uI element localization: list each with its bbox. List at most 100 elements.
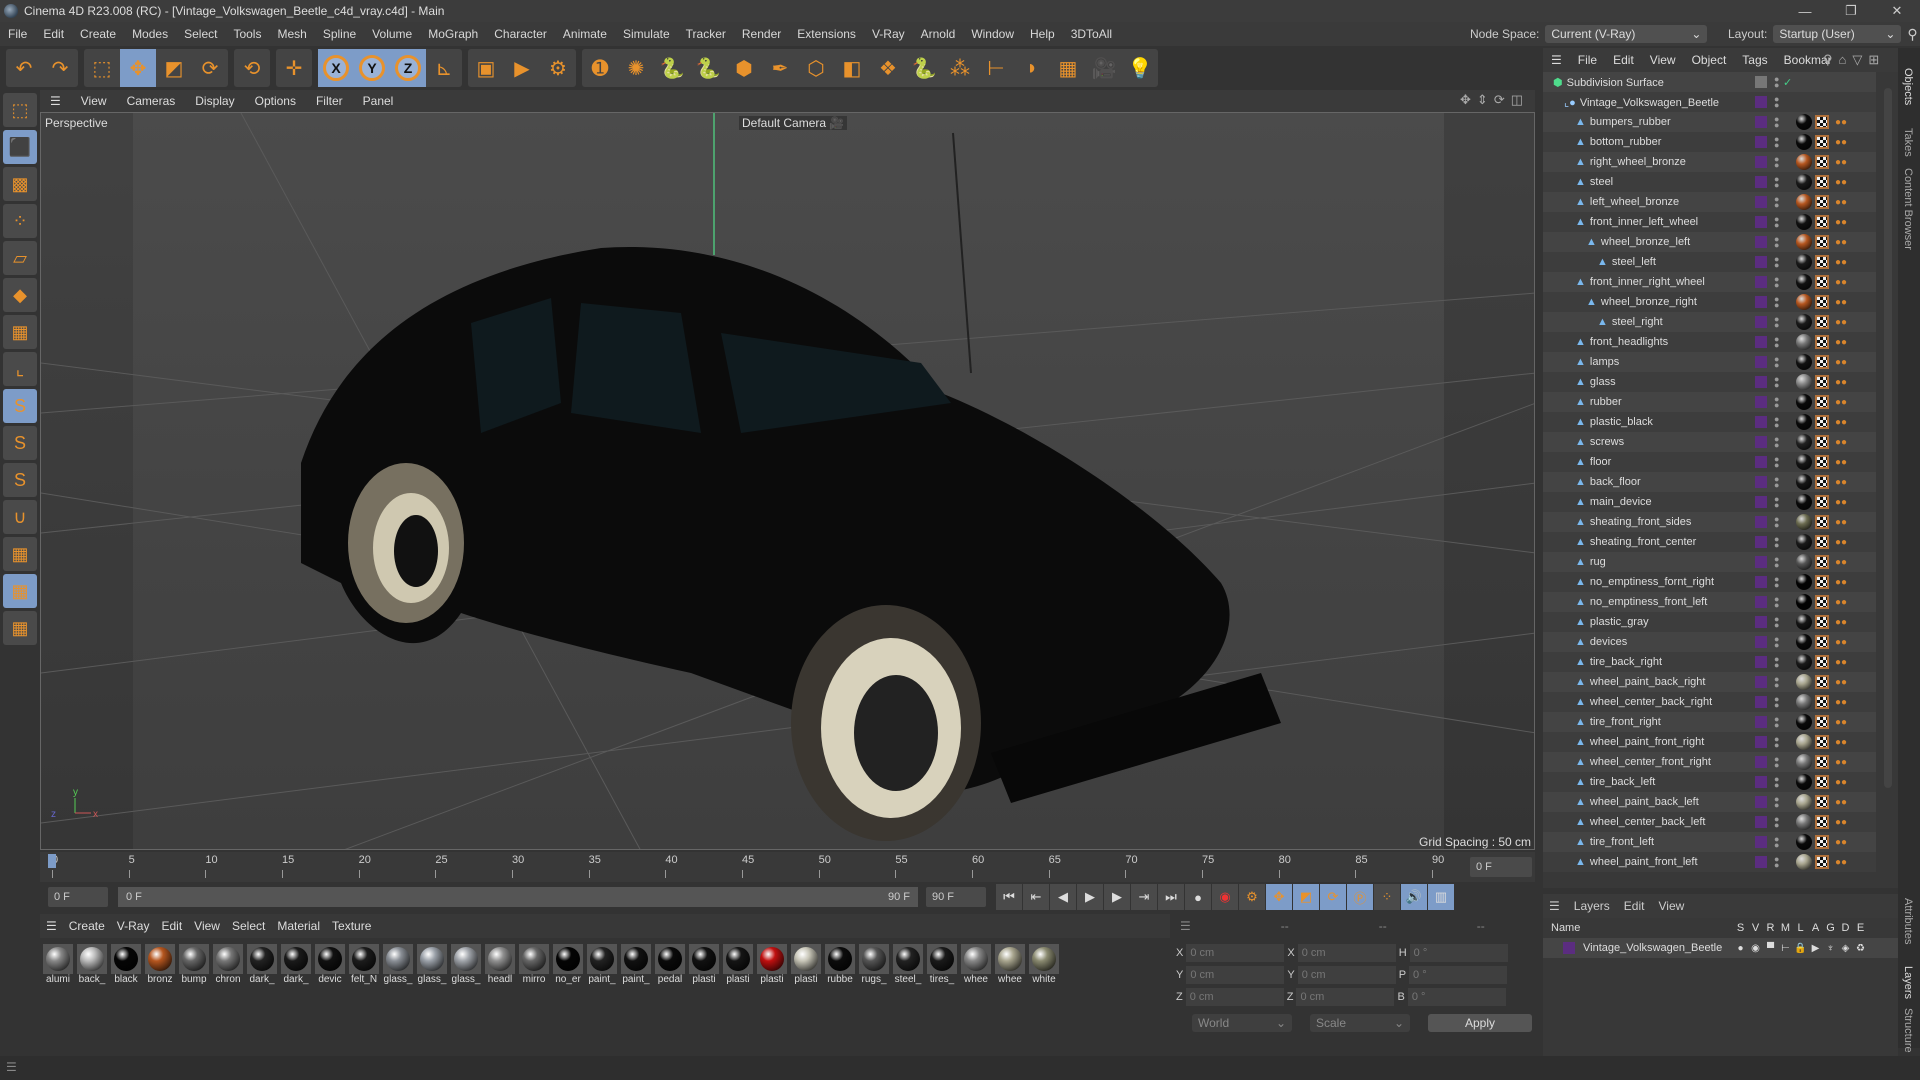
phong-tag-icon[interactable]: ●●	[1835, 617, 1847, 628]
tab-attributes[interactable]: Attributes	[1902, 898, 1914, 944]
default-camera-label[interactable]: Default Camera 🎥	[739, 116, 848, 130]
layer-color-swatch[interactable]	[1755, 796, 1767, 808]
layer-color-swatch[interactable]	[1755, 736, 1767, 748]
layer-column-e[interactable]: E	[1853, 922, 1868, 934]
layer-color-swatch[interactable]	[1755, 616, 1767, 628]
menu-simulate[interactable]: Simulate	[615, 27, 678, 41]
uvw-tag-icon[interactable]	[1815, 415, 1829, 429]
edges-mode-button[interactable]: ▱	[3, 241, 37, 275]
hamburger-icon[interactable]: ☰	[40, 94, 71, 108]
material-tag[interactable]	[1796, 814, 1812, 830]
uvw-tag-icon[interactable]	[1815, 695, 1829, 709]
position-y-field[interactable]: 0 cm	[1186, 966, 1285, 984]
material-swatch[interactable]: plasti	[756, 944, 788, 985]
size-z-field[interactable]: 0 cm	[1296, 988, 1395, 1006]
playhead[interactable]	[48, 854, 56, 868]
tab-content-browser[interactable]: Content Browser	[1902, 168, 1914, 250]
size-x-field[interactable]: 0 cm	[1297, 944, 1396, 962]
material-swatch[interactable]: white	[1028, 944, 1060, 985]
object-row[interactable]: ▲ plastic_black ● ● ●●	[1543, 412, 1876, 432]
recent-tools-button[interactable]: ✛	[276, 49, 312, 87]
phong-tag-icon[interactable]: ●●	[1835, 437, 1847, 448]
material-swatch[interactable]: pedal	[654, 944, 686, 985]
menu-extensions[interactable]: Extensions	[789, 27, 864, 41]
object-row[interactable]: ▲ left_wheel_bronze ● ● ●●	[1543, 192, 1876, 212]
x-axis-button[interactable]: X	[318, 49, 354, 87]
cloner-button[interactable]: ❖	[870, 49, 906, 87]
layer-color-swatch[interactable]	[1755, 176, 1767, 188]
menu-tracker[interactable]: Tracker	[678, 27, 734, 41]
object-row[interactable]: ▲ wheel_bronze_right ● ● ●●	[1543, 292, 1876, 312]
uvw-tag-icon[interactable]	[1815, 835, 1829, 849]
uvw-tag-icon[interactable]	[1815, 655, 1829, 669]
make-editable-button[interactable]: ⬚	[3, 93, 37, 127]
sound-button[interactable]: 🔊	[1401, 884, 1427, 910]
visibility-toggle[interactable]: ● ●	[1774, 195, 1779, 210]
visibility-toggle[interactable]: ● ●	[1774, 655, 1779, 670]
tab-structure[interactable]: Structure	[1902, 1008, 1914, 1053]
phong-tag-icon[interactable]: ●●	[1835, 777, 1847, 788]
move-button[interactable]: ✥	[120, 49, 156, 87]
visibility-toggle[interactable]: ● ●	[1774, 75, 1779, 90]
object-row[interactable]: ▲ tire_front_right ● ● ●●	[1543, 712, 1876, 732]
cube-button[interactable]: ⬢	[726, 49, 762, 87]
visibility-toggle[interactable]: ● ●	[1774, 255, 1779, 270]
camera-button[interactable]: 🎥	[1086, 49, 1122, 87]
deformer-button[interactable]: ◗	[1014, 49, 1050, 87]
visibility-toggle[interactable]: ● ●	[1774, 275, 1779, 290]
menu-help[interactable]: Help	[1022, 27, 1063, 41]
menu-character[interactable]: Character	[486, 27, 555, 41]
layer-column-a[interactable]: A	[1808, 922, 1823, 934]
object-menu-file[interactable]: File	[1570, 53, 1605, 67]
phong-tag-icon[interactable]: ●●	[1835, 317, 1847, 328]
uvw-tag-icon[interactable]	[1815, 335, 1829, 349]
material-tag[interactable]	[1796, 634, 1812, 650]
visibility-toggle[interactable]: ● ●	[1774, 235, 1779, 250]
uvw-tag-icon[interactable]	[1815, 355, 1829, 369]
mograph-button[interactable]: ⁂	[942, 49, 978, 87]
object-row[interactable]: ▲ wheel_paint_back_left ● ● ●●	[1543, 792, 1876, 812]
layer-color-swatch[interactable]	[1755, 636, 1767, 648]
material-swatch[interactable]: whee	[994, 944, 1026, 985]
visibility-toggle[interactable]: ● ●	[1774, 95, 1779, 110]
material-tag[interactable]	[1796, 374, 1812, 390]
layer-color-swatch[interactable]	[1563, 942, 1575, 954]
material-menu-material[interactable]: Material	[271, 919, 326, 933]
visibility-toggle[interactable]: ● ●	[1774, 635, 1779, 650]
locked-workplane-button[interactable]: ▦	[3, 574, 37, 608]
layer-color-swatch[interactable]	[1755, 236, 1767, 248]
workplane-button[interactable]: ▦	[3, 537, 37, 571]
object-row[interactable]: ▲ lamps ● ● ●●	[1543, 352, 1876, 372]
phong-tag-icon[interactable]: ●●	[1835, 637, 1847, 648]
uvw-tag-icon[interactable]	[1815, 215, 1829, 229]
uvw-tag-icon[interactable]	[1815, 175, 1829, 189]
record-button[interactable]: ●	[1185, 884, 1211, 910]
uvw-tag-icon[interactable]	[1815, 375, 1829, 389]
generators-icon[interactable]: ♆	[1823, 943, 1838, 954]
scale-button[interactable]: ◩	[156, 49, 192, 87]
z-axis-button[interactable]: Z	[390, 49, 426, 87]
object-row[interactable]: ▲ front_headlights ● ● ●●	[1543, 332, 1876, 352]
material-menu-create[interactable]: Create	[63, 919, 111, 933]
menu-select[interactable]: Select	[176, 27, 225, 41]
model-mode-button[interactable]: ⬛	[3, 130, 37, 164]
material-tag[interactable]	[1796, 854, 1812, 870]
material-tag[interactable]	[1796, 134, 1812, 150]
manager-icon[interactable]: ⊢	[1778, 943, 1793, 954]
expressions-icon[interactable]: ♻	[1853, 943, 1868, 954]
visibility-toggle[interactable]: ● ●	[1774, 135, 1779, 150]
menu-window[interactable]: Window	[963, 27, 1022, 41]
viewport-menu-options[interactable]: Options	[245, 94, 306, 108]
phong-tag-icon[interactable]: ●●	[1835, 417, 1847, 428]
timeline-button[interactable]: ▥	[1428, 884, 1454, 910]
material-tag[interactable]	[1796, 534, 1812, 550]
start-frame-field[interactable]: 0 F	[48, 887, 108, 907]
phong-tag-icon[interactable]: ●●	[1835, 137, 1847, 148]
extrude-button[interactable]: ◧	[834, 49, 870, 87]
parameter-key-button[interactable]: Ⓟ	[1347, 884, 1373, 910]
visibility-toggle[interactable]: ● ●	[1774, 695, 1779, 710]
material-tag[interactable]	[1796, 594, 1812, 610]
layer-color-swatch[interactable]	[1755, 336, 1767, 348]
rotation-key-button[interactable]: ⟳	[1320, 884, 1346, 910]
uvw-tag-icon[interactable]	[1815, 495, 1829, 509]
